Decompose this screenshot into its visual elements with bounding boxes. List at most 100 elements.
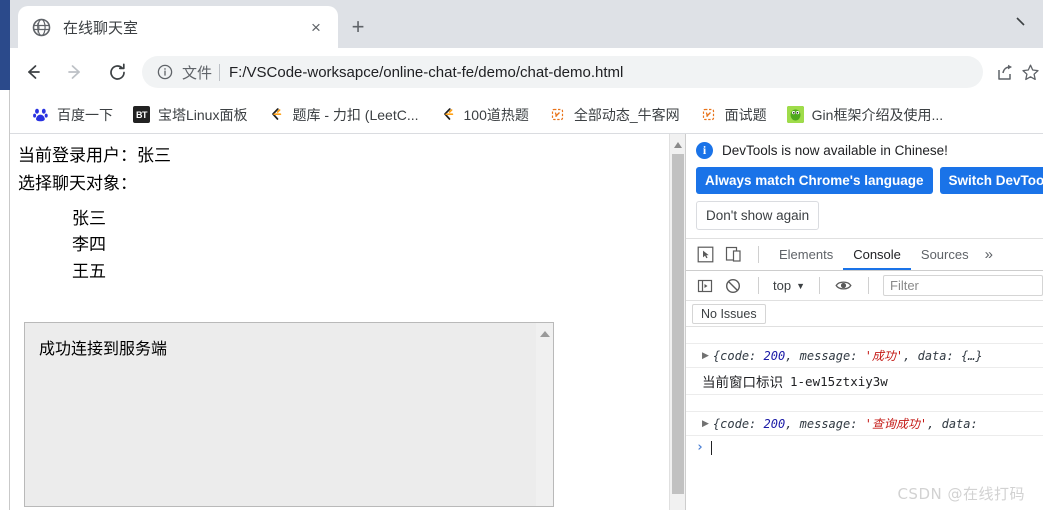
- toolbar-divider: [868, 277, 869, 294]
- tab-sources[interactable]: Sources: [911, 239, 979, 270]
- log-key: code:: [720, 349, 757, 363]
- notice-primary-buttons: Always match Chrome's language Switch De…: [696, 167, 1043, 194]
- console-toolbar: top ▼ Filter: [686, 271, 1043, 301]
- bookmark-item[interactable]: 百度一下: [24, 101, 121, 129]
- info-circle-icon[interactable]: [154, 61, 176, 83]
- share-icon[interactable]: [991, 59, 1017, 85]
- url-scheme-label: 文件: [182, 64, 213, 82]
- console-log-object[interactable]: ▶ {code: 200, message: '成功', data: {…}: [686, 344, 1043, 368]
- viewport: 当前登录用户：张三 选择聊天对象： 张三 李四 王五 成功连接到服务端 i De…: [10, 134, 1043, 510]
- issues-bar: No Issues: [686, 301, 1043, 327]
- notice-secondary-button-row: Don't show again: [696, 201, 1043, 230]
- console-log-area[interactable]: ▶ {code: 200, message: '成功', data: {…} 当…: [686, 327, 1043, 510]
- chat-log-scrollbar[interactable]: [536, 323, 553, 506]
- gin-icon: [786, 106, 804, 123]
- clear-console-icon[interactable]: [720, 273, 746, 299]
- info-circle-icon: i: [696, 142, 713, 159]
- window-controls-icon[interactable]: [1011, 12, 1035, 32]
- notice-text: DevTools is now available in Chinese!: [722, 143, 948, 158]
- leetcode-icon: [439, 106, 456, 123]
- log-value: '成功': [864, 349, 904, 363]
- console-log-text[interactable]: 当前窗口标识 1-ew15ztxiy3w: [686, 368, 1043, 395]
- bookmarks-bar: 百度一下 BT 宝塔Linux面板 题库 - 力扣 (LeetC... 100道…: [10, 96, 1043, 134]
- star-icon[interactable]: [1017, 59, 1043, 85]
- devtools-tabbar: Elements Console Sources »: [686, 239, 1043, 271]
- scroll-up-arrow-icon[interactable]: [674, 142, 682, 148]
- chat-target-option[interactable]: 王五: [72, 259, 685, 285]
- browser-tab[interactable]: 在线聊天室 ×: [18, 6, 338, 48]
- web-page: 当前登录用户：张三 选择聊天对象： 张三 李四 王五 成功连接到服务端: [10, 134, 685, 510]
- devtools-panel: i DevTools is now available in Chinese! …: [685, 134, 1043, 510]
- toolbar-divider: [819, 277, 820, 294]
- select-target-label: 选择聊天对象：: [18, 174, 137, 195]
- bookmark-item[interactable]: Gin框架介绍及使用...: [779, 101, 951, 129]
- address-bar[interactable]: 文件 F:/VSCode-worksapce/online-chat-fe/de…: [142, 56, 983, 88]
- globe-icon: [32, 18, 51, 37]
- always-match-language-button[interactable]: Always match Chrome's language: [696, 167, 933, 194]
- chevron-down-icon: ▼: [796, 280, 805, 291]
- browser-window: 在线聊天室 × + 文件 F:/VSCode-worksapce/online-…: [0, 0, 1043, 510]
- console-log-object[interactable]: ▶ {code: 200, message: '查询成功', data:: [686, 412, 1043, 436]
- toolbar-divider: [758, 277, 759, 294]
- watermark: CSDN @在线打码: [897, 485, 1025, 503]
- chat-log-message: 成功连接到服务端: [39, 339, 168, 358]
- bookmark-label: 宝塔Linux面板: [158, 106, 248, 123]
- log-spacer: [686, 395, 1043, 412]
- window-frame-edge: [0, 0, 10, 90]
- dont-show-again-button[interactable]: Don't show again: [696, 201, 820, 230]
- prompt-caret-icon: ›: [696, 440, 704, 455]
- tab-elements[interactable]: Elements: [769, 239, 843, 270]
- tab-strip: 在线聊天室 × +: [10, 0, 1043, 48]
- bookmark-item[interactable]: 面试题: [692, 101, 775, 129]
- bookmark-label: 全部动态_牛客网: [573, 106, 680, 123]
- nowcoder-icon: [549, 106, 566, 123]
- bookmark-item[interactable]: 全部动态_牛客网: [541, 101, 688, 129]
- filter-input[interactable]: Filter: [883, 275, 1043, 296]
- baidu-icon: [32, 106, 49, 123]
- switch-devtools-language-button[interactable]: Switch DevTools to Chinese: [939, 167, 1043, 194]
- notice-row: i DevTools is now available in Chinese!: [696, 142, 1043, 159]
- nowcoder-icon: [700, 106, 717, 123]
- bookmark-label: Gin框架介绍及使用...: [811, 106, 944, 123]
- log-value: '查询成功': [864, 417, 928, 431]
- log-value: 200: [763, 349, 786, 363]
- expand-arrow-icon[interactable]: ▶: [702, 418, 709, 429]
- console-sidebar-icon[interactable]: [692, 273, 718, 299]
- chat-log-box[interactable]: 成功连接到服务端: [24, 322, 554, 507]
- log-label: 当前窗口标识: [702, 375, 783, 391]
- chat-target-option[interactable]: 李四: [72, 232, 685, 258]
- no-issues-button[interactable]: No Issues: [692, 303, 766, 324]
- scroll-up-arrow-icon[interactable]: [540, 331, 550, 337]
- log-value: 1-ew15ztxiy3w: [790, 373, 888, 389]
- log-tail: , data:: [927, 417, 978, 431]
- log-key: message:: [799, 349, 858, 363]
- device-toolbar-icon[interactable]: [720, 242, 746, 268]
- log-key: message:: [799, 417, 858, 431]
- log-spacer: [686, 327, 1043, 344]
- leetcode-icon: [267, 106, 284, 123]
- chat-target-option[interactable]: 张三: [72, 206, 685, 232]
- expand-arrow-icon[interactable]: ▶: [702, 350, 709, 361]
- log-object-preview: {code: 200, message: '成功', data: {…}: [712, 349, 983, 363]
- console-prompt[interactable]: ›: [686, 436, 1043, 459]
- page-scrollbar[interactable]: [669, 134, 685, 510]
- back-icon[interactable]: [16, 55, 50, 89]
- bookmark-item[interactable]: BT 宝塔Linux面板: [125, 101, 255, 129]
- reload-icon[interactable]: [100, 55, 134, 89]
- forward-icon[interactable]: [58, 55, 92, 89]
- scrollbar-thumb[interactable]: [672, 154, 684, 494]
- new-tab-button[interactable]: +: [344, 13, 372, 41]
- tab-console[interactable]: Console: [843, 239, 911, 270]
- bookmark-item[interactable]: 题库 - 力扣 (LeetC...: [259, 101, 426, 129]
- live-expression-icon[interactable]: [830, 273, 856, 299]
- execution-context-select[interactable]: top ▼: [769, 278, 809, 293]
- bookmark-label: 100道热题: [463, 106, 529, 123]
- more-tabs-icon[interactable]: »: [979, 246, 999, 263]
- bookmark-label: 题库 - 力扣 (LeetC...: [292, 106, 419, 123]
- close-icon[interactable]: ×: [304, 15, 328, 39]
- url-text: F:/VSCode-worksapce/online-chat-fe/demo/…: [229, 63, 624, 81]
- current-user-line: 当前登录用户：张三: [18, 146, 171, 166]
- inspect-element-icon[interactable]: [692, 242, 718, 268]
- omnibox-divider: [219, 63, 221, 81]
- bookmark-item[interactable]: 100道热题: [431, 101, 537, 129]
